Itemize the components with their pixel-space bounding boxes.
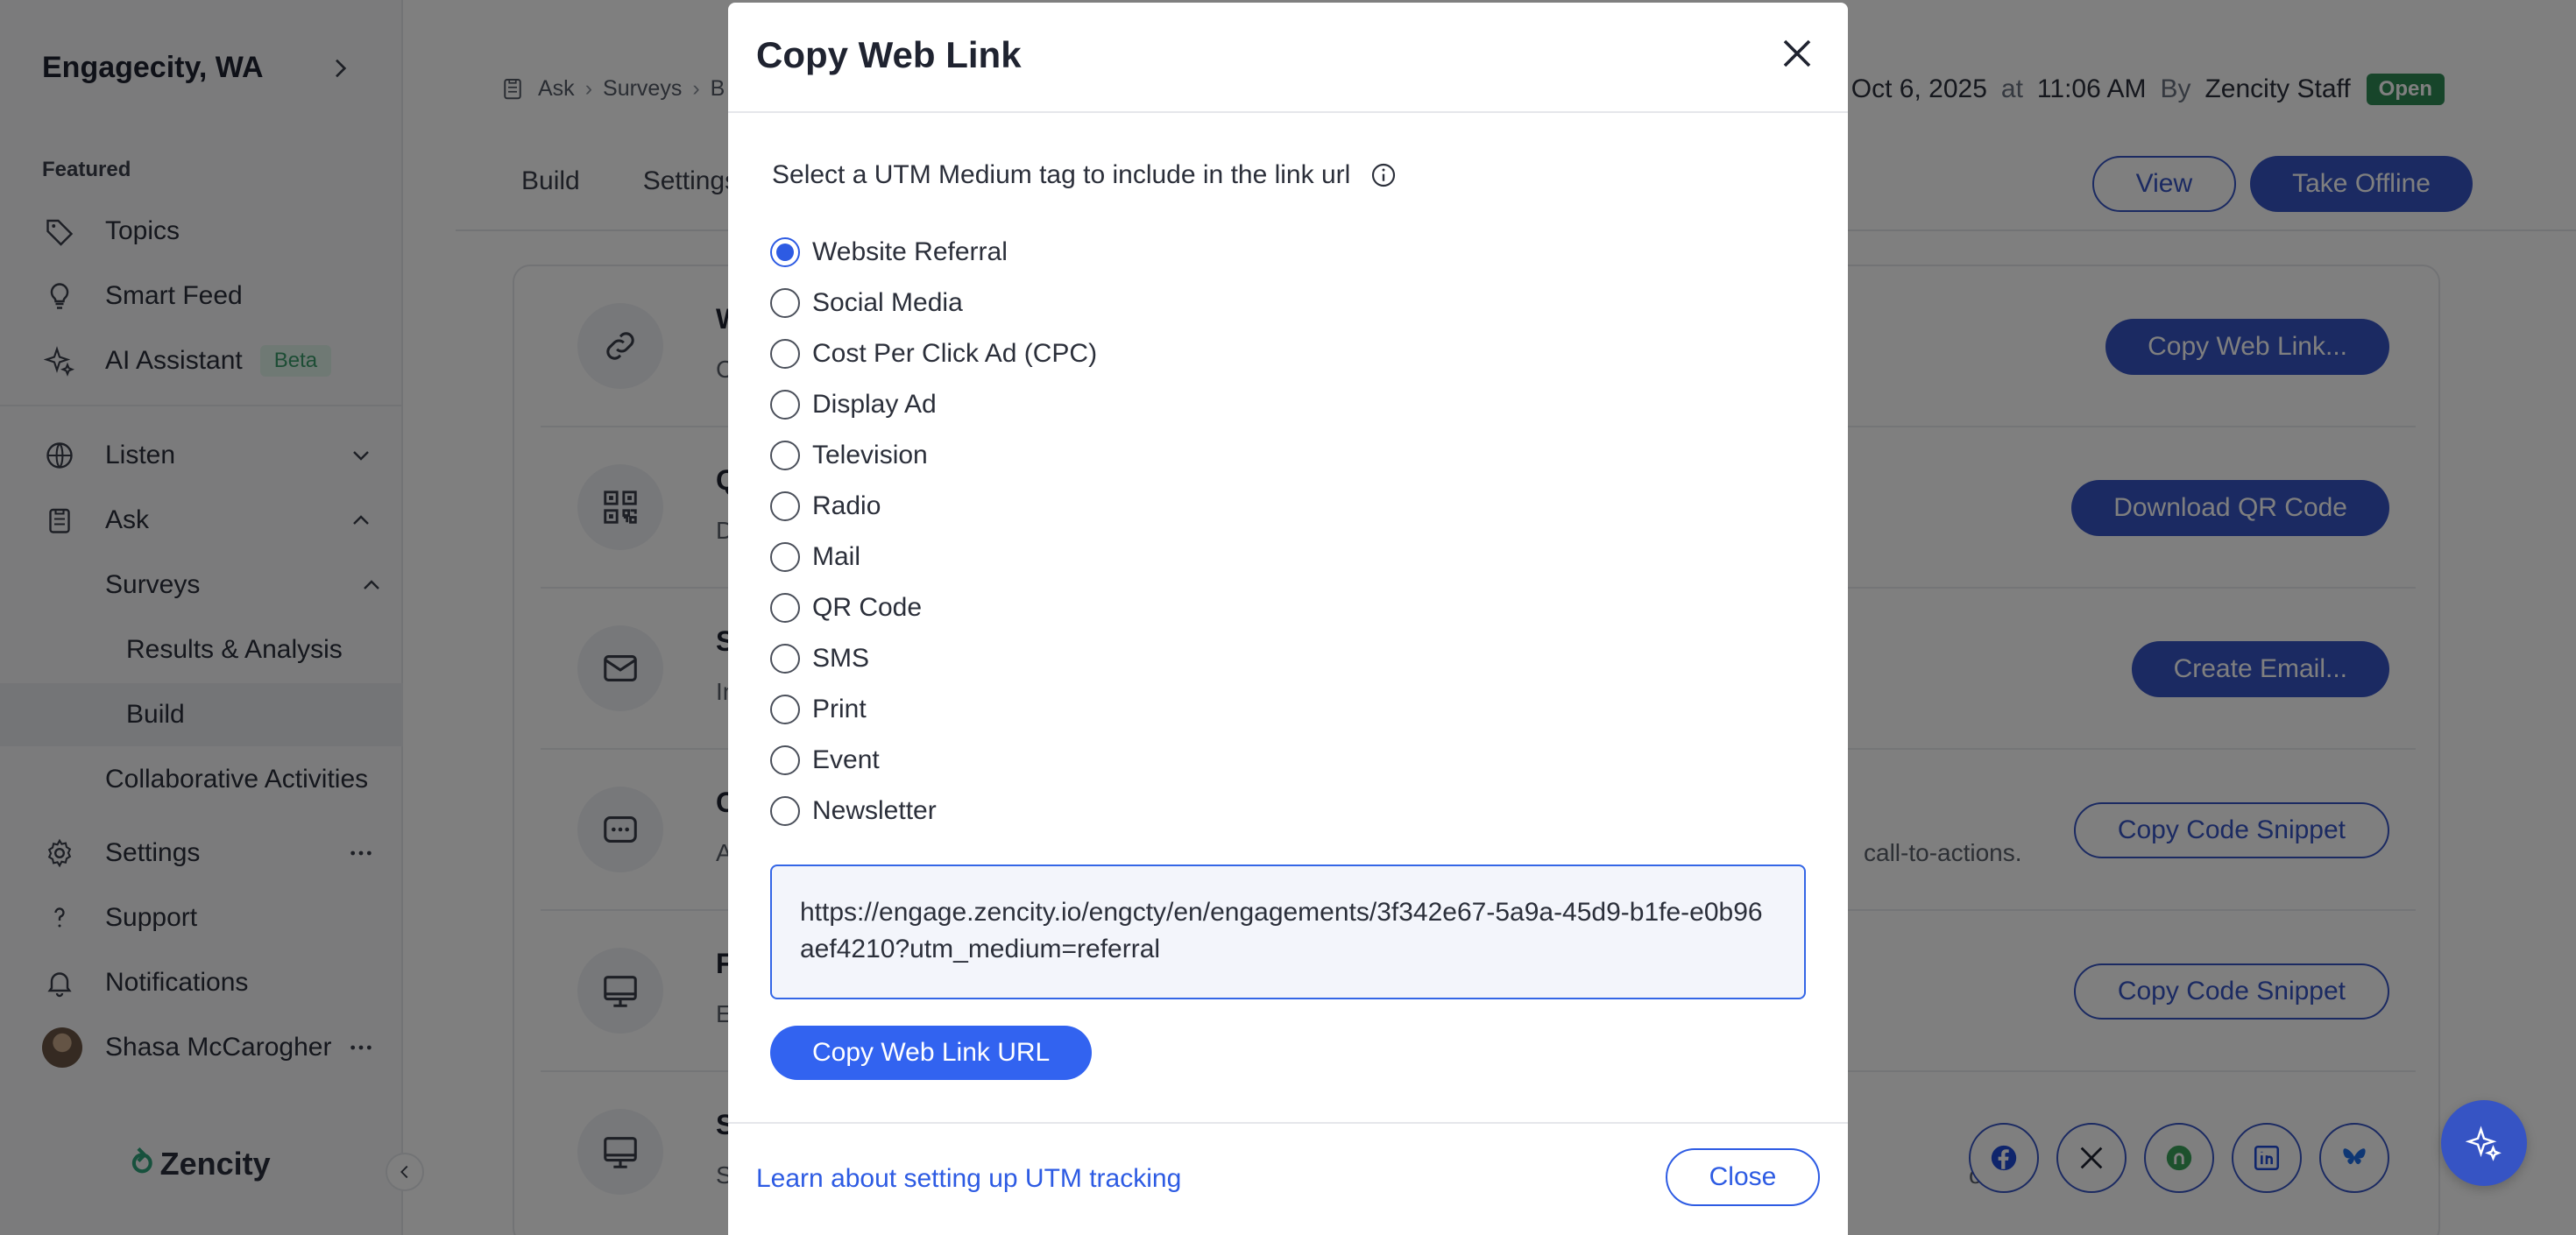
utm-prompt: Select a UTM Medium tag to include in th…	[772, 160, 1398, 190]
radio-label: Television	[812, 441, 928, 469]
radio-button[interactable]	[770, 644, 800, 674]
radio-label: SMS	[812, 644, 870, 673]
radio-label: Radio	[812, 491, 881, 520]
radio-option[interactable]: Event	[770, 735, 1097, 786]
close-button[interactable]: Close	[1666, 1148, 1820, 1206]
radio-label: Social Media	[812, 288, 963, 317]
radio-option[interactable]: Print	[770, 684, 1097, 735]
radio-button[interactable]	[770, 390, 800, 420]
radio-option[interactable]: Mail	[770, 532, 1097, 582]
radio-button[interactable]	[770, 695, 800, 724]
radio-button[interactable]	[770, 542, 800, 572]
radio-option[interactable]: Website Referral	[770, 227, 1097, 278]
radio-option[interactable]: Social Media	[770, 278, 1097, 328]
radio-label: Website Referral	[812, 237, 1008, 266]
radio-label: Newsletter	[812, 796, 937, 825]
utm-medium-radio-group: Website Referral Social Media Cost Per C…	[770, 227, 1097, 836]
radio-button-checked[interactable]	[770, 237, 800, 267]
radio-option[interactable]: Radio	[770, 481, 1097, 532]
sparkle-icon	[2466, 1126, 2502, 1161]
radio-button[interactable]	[770, 288, 800, 318]
utm-prompt-text: Select a UTM Medium tag to include in th…	[772, 160, 1351, 189]
radio-label: Mail	[812, 542, 861, 571]
radio-option[interactable]: Cost Per Click Ad (CPC)	[770, 328, 1097, 379]
radio-button[interactable]	[770, 745, 800, 775]
radio-button[interactable]	[770, 339, 800, 369]
radio-label: Display Ad	[812, 390, 937, 419]
utm-tracking-link[interactable]: Learn about setting up UTM tracking	[756, 1164, 1181, 1194]
radio-option[interactable]: SMS	[770, 633, 1097, 684]
radio-button[interactable]	[770, 491, 800, 521]
radio-button[interactable]	[770, 796, 800, 826]
ai-assistant-fab[interactable]	[2441, 1100, 2527, 1186]
radio-option[interactable]: Newsletter	[770, 786, 1097, 836]
radio-label: Print	[812, 695, 867, 723]
close-icon[interactable]	[1776, 32, 1818, 74]
copy-web-link-url-button[interactable]: Copy Web Link URL	[770, 1026, 1093, 1080]
radio-button[interactable]	[770, 593, 800, 623]
info-icon[interactable]	[1369, 161, 1398, 189]
modal-title: Copy Web Link	[756, 34, 1022, 75]
modal-footer-divider	[728, 1122, 1848, 1124]
radio-option[interactable]: Display Ad	[770, 379, 1097, 430]
radio-label: Event	[812, 745, 880, 774]
radio-option[interactable]: QR Code	[770, 582, 1097, 633]
radio-label: Cost Per Click Ad (CPC)	[812, 339, 1098, 368]
radio-button[interactable]	[770, 441, 800, 470]
web-link-url-field[interactable]: https://engage.zencity.io/engcty/en/enga…	[770, 864, 1806, 999]
radio-option[interactable]: Television	[770, 430, 1097, 481]
modal-header: Copy Web Link	[728, 3, 1848, 113]
copy-web-link-modal: Copy Web Link Select a UTM Medium tag to…	[728, 3, 1848, 1235]
radio-label: QR Code	[812, 593, 923, 622]
